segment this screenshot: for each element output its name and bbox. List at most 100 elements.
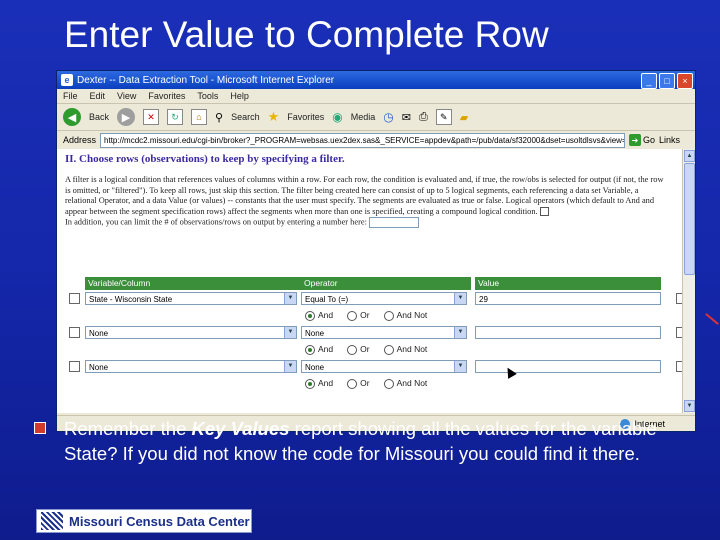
- decorative-line: [705, 313, 719, 325]
- chevron-down-icon: ▼: [454, 327, 466, 338]
- variable-select-3-value: None: [89, 363, 109, 372]
- header-operator: Operator: [301, 277, 471, 290]
- print-icon[interactable]: ⎙: [419, 111, 428, 124]
- value-input-2[interactable]: [475, 326, 661, 339]
- go-button[interactable]: ➜ Go: [629, 134, 655, 146]
- logic-and-label: And: [318, 344, 334, 355]
- logic-andnot-3[interactable]: And Not: [383, 378, 428, 389]
- header-variable: Variable/Column: [85, 277, 301, 290]
- refresh-icon[interactable]: ↻: [167, 109, 184, 125]
- radio-and-2[interactable]: [305, 344, 315, 355]
- filter-header-row: Variable/Column Operator Value: [85, 277, 677, 290]
- logic-and-3[interactable]: And: [305, 378, 333, 389]
- links-label[interactable]: Links: [659, 135, 680, 145]
- logo-text: Missouri Census Data Center: [69, 513, 250, 529]
- operator-select-3[interactable]: None ▼: [301, 360, 467, 373]
- maximize-button[interactable]: □: [659, 73, 675, 89]
- logic-andnot-label: And Not: [396, 310, 428, 321]
- logic-or-1[interactable]: Or: [347, 310, 370, 321]
- filter-instructions: A filter is a logical condition that ref…: [65, 175, 665, 229]
- variable-select-2[interactable]: None ▼: [85, 326, 297, 339]
- radio-andnot-2[interactable]: [383, 344, 394, 355]
- window-titlebar[interactable]: e Dexter -- Data Extraction Tool - Micro…: [57, 71, 695, 89]
- logic-andnot-label: And Not: [396, 344, 428, 355]
- variable-select-2-value: None: [89, 329, 109, 338]
- back-label[interactable]: Back: [89, 112, 109, 122]
- radio-or-1[interactable]: [347, 310, 358, 321]
- menu-favorites[interactable]: Favorites: [148, 91, 185, 101]
- favorites-star-icon[interactable]: ★: [268, 109, 280, 125]
- forward-arrow-icon[interactable]: ▶: [117, 108, 136, 126]
- media-icon[interactable]: ◉: [332, 110, 342, 124]
- radio-or-3[interactable]: [347, 378, 358, 389]
- operator-select-1[interactable]: Equal To (=) ▼: [301, 292, 467, 305]
- menu-edit[interactable]: Edit: [90, 91, 106, 101]
- filter-table: Variable/Column Operator Value State - W…: [69, 277, 683, 392]
- operator-select-2[interactable]: None ▼: [301, 326, 467, 339]
- logic-and-1[interactable]: And: [305, 310, 333, 321]
- variable-select-3[interactable]: None ▼: [85, 360, 297, 373]
- value-input-1[interactable]: 29: [475, 292, 661, 305]
- radio-andnot-3[interactable]: [383, 378, 394, 389]
- chevron-down-icon: ▼: [284, 293, 296, 304]
- back-arrow-icon[interactable]: ◀: [63, 108, 81, 126]
- radio-or-2[interactable]: [347, 344, 358, 355]
- radio-and-3[interactable]: [305, 378, 315, 389]
- logic-andnot-2[interactable]: And Not: [383, 344, 428, 355]
- operator-select-2-value: None: [305, 329, 325, 338]
- scroll-up-icon[interactable]: ▲: [684, 150, 695, 162]
- messenger-icon[interactable]: ▰: [460, 111, 468, 124]
- radio-and-1[interactable]: [305, 310, 315, 321]
- variable-select-1-value: State - Wisconsin State: [89, 295, 173, 304]
- compound-checkbox[interactable]: [539, 207, 549, 217]
- chevron-down-icon: ▼: [284, 361, 296, 372]
- header-value: Value: [475, 277, 661, 290]
- menu-tools[interactable]: Tools: [197, 91, 218, 101]
- search-label[interactable]: Search: [231, 112, 260, 122]
- scroll-down-icon[interactable]: ▼: [684, 400, 695, 412]
- go-arrow-icon: ➜: [629, 134, 642, 146]
- menu-file[interactable]: File: [63, 91, 78, 101]
- radio-andnot-1[interactable]: [383, 310, 394, 321]
- close-button[interactable]: ×: [677, 73, 693, 89]
- logic-and-2[interactable]: And: [305, 344, 333, 355]
- logic-or-label: Or: [360, 344, 370, 355]
- operator-select-1-value: Equal To (=): [305, 295, 349, 304]
- mail-icon[interactable]: ✉: [402, 111, 411, 124]
- filter-row-2: None ▼ None ▼: [69, 324, 683, 341]
- media-label[interactable]: Media: [351, 112, 376, 122]
- bullet-icon: [34, 422, 46, 434]
- bullet-prefix: Remember the: [64, 418, 192, 439]
- row-2-checkbox[interactable]: [69, 327, 80, 338]
- menu-help[interactable]: Help: [230, 91, 249, 101]
- logic-or-2[interactable]: Or: [347, 344, 370, 355]
- stop-icon[interactable]: ✕: [143, 109, 160, 125]
- search-icon[interactable]: ⚲: [215, 111, 223, 124]
- chevron-down-icon: ▼: [284, 327, 296, 338]
- edit-icon[interactable]: ✎: [435, 109, 452, 125]
- address-input[interactable]: http://mcdc2.missouri.edu/cgi-bin/broker…: [100, 132, 626, 148]
- logic-andnot-label: And Not: [396, 378, 428, 389]
- logic-row-1: And Or And Not: [85, 307, 677, 324]
- home-icon[interactable]: ⌂: [191, 109, 208, 125]
- instructions-text-1: A filter is a logical condition that ref…: [65, 175, 664, 216]
- history-icon[interactable]: ◷: [383, 110, 393, 124]
- logic-andnot-1[interactable]: And Not: [383, 310, 428, 321]
- row-3-checkbox[interactable]: [69, 361, 80, 372]
- obs-limit-input[interactable]: [369, 217, 419, 229]
- vertical-scrollbar[interactable]: ▲ ▼: [682, 149, 695, 413]
- section-heading: II. Choose rows (observations) to keep b…: [65, 153, 345, 165]
- bullet-text: Remember the Key Values report showing a…: [64, 416, 714, 466]
- operator-select-3-value: None: [305, 363, 325, 372]
- menu-view[interactable]: View: [117, 91, 136, 101]
- variable-select-1[interactable]: State - Wisconsin State ▼: [85, 292, 297, 305]
- favorites-label[interactable]: Favorites: [287, 112, 324, 122]
- minimize-button[interactable]: _: [641, 73, 657, 89]
- filter-row-1: State - Wisconsin State ▼ Equal To (=) ▼ 2…: [69, 290, 683, 307]
- filter-row-3: None ▼ None ▼: [69, 358, 683, 375]
- row-1-checkbox[interactable]: [69, 293, 80, 304]
- logic-or-3[interactable]: Or: [347, 378, 370, 389]
- scroll-thumb[interactable]: [684, 163, 695, 275]
- page-content: II. Choose rows (observations) to keep b…: [57, 149, 683, 413]
- address-label: Address: [63, 135, 97, 145]
